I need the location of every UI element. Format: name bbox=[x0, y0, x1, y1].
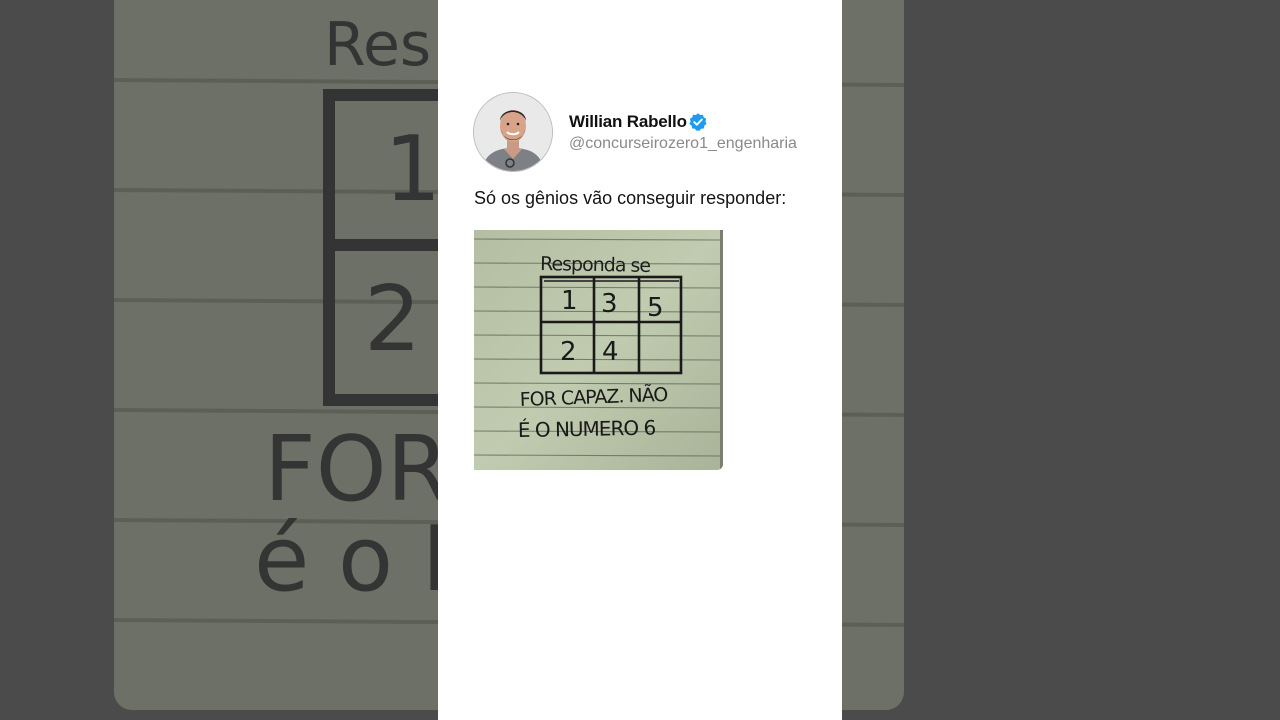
svg-text:Res: Res bbox=[324, 10, 431, 80]
grid-cell-2-2: 4 bbox=[602, 337, 619, 367]
author-avatar[interactable] bbox=[473, 92, 553, 172]
post-header: Willian Rabello @concurseirozero1_engenh… bbox=[473, 92, 797, 172]
svg-text:2: 2 bbox=[364, 267, 421, 372]
grid-cell-1-1: 1 bbox=[561, 286, 578, 316]
grid-cell-1-2: 3 bbox=[601, 289, 618, 319]
author-name[interactable]: Willian Rabello bbox=[569, 112, 687, 132]
post-image[interactable]: Responda se 1 3 5 2 4 FOR CAPAZ. NÃO É O… bbox=[474, 230, 723, 470]
image-bottom-text-line2: É O NUMERO 6 bbox=[518, 416, 656, 442]
author-handle[interactable]: @concurseirozero1_engenharia bbox=[569, 135, 797, 153]
author-name-row: Willian Rabello bbox=[569, 112, 797, 132]
video-frame: 1 2 FOR C é o N Res Willian Rabello @con… bbox=[0, 0, 1280, 720]
post-card: Willian Rabello @concurseirozero1_engenh… bbox=[438, 0, 842, 720]
svg-text:1: 1 bbox=[384, 117, 441, 222]
image-top-text: Responda se bbox=[540, 253, 651, 277]
post-text: Só os gênios vão conseguir responder: bbox=[474, 188, 787, 208]
verified-badge-icon bbox=[688, 112, 708, 132]
author-info: Willian Rabello @concurseirozero1_engenh… bbox=[569, 112, 797, 153]
grid-cell-1-3: 5 bbox=[647, 293, 664, 323]
grid-cell-2-1: 2 bbox=[560, 337, 577, 367]
